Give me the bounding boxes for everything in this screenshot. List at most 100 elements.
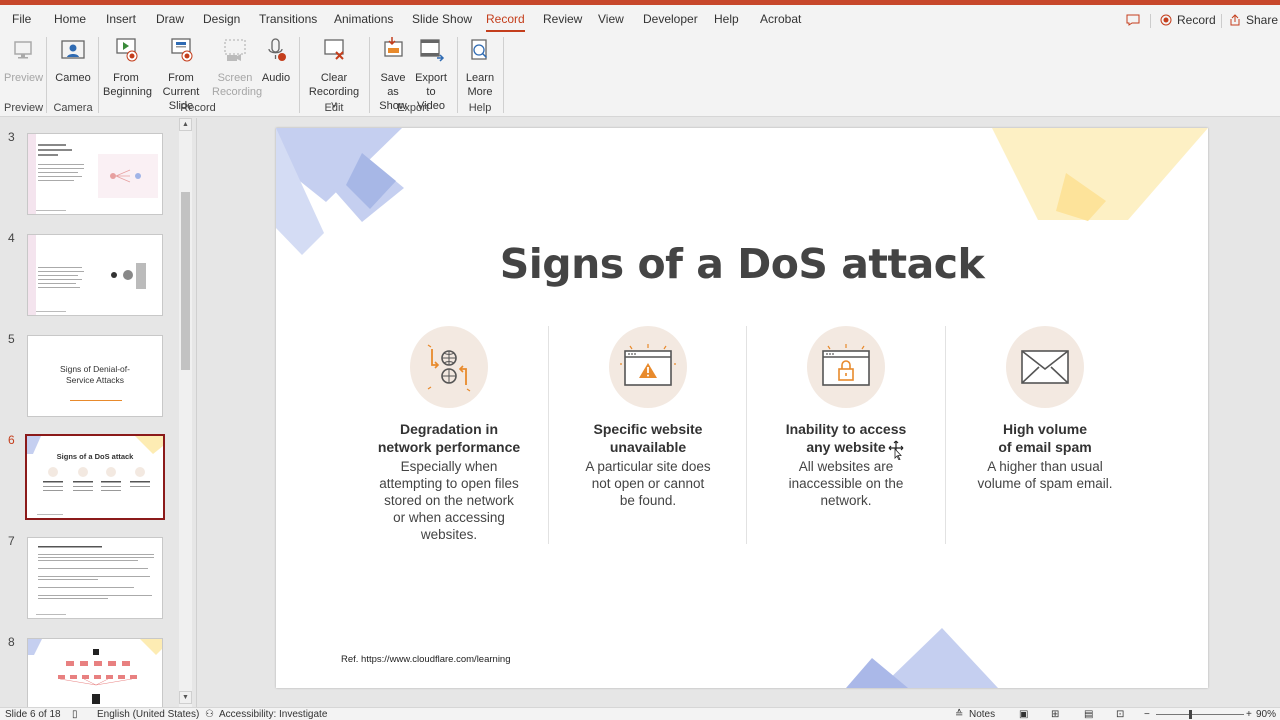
tab-home[interactable]: Home — [54, 12, 86, 26]
record-from-current-icon — [171, 38, 193, 62]
icon-circle — [1006, 326, 1084, 408]
record-button[interactable]: Record — [1160, 10, 1216, 30]
slide-thumbnail-8[interactable] — [27, 638, 163, 707]
thumbnail-preview — [28, 639, 162, 704]
screen-recording-icon — [224, 39, 246, 61]
scroll-down-arrow-icon[interactable]: ▼ — [179, 691, 192, 704]
tab-record[interactable]: Record — [486, 12, 525, 32]
sign-heading-line: Inability to access — [785, 421, 907, 437]
zoom-slider[interactable] — [1156, 714, 1244, 715]
slide-number: 8 — [8, 635, 15, 649]
tab-acrobat[interactable]: Acrobat — [760, 12, 801, 26]
zoom-slider-thumb[interactable] — [1189, 710, 1192, 719]
slide-thumbnail-7[interactable] — [27, 537, 163, 619]
notes-button[interactable]: Notes — [969, 709, 995, 720]
learn-more-icon — [471, 39, 488, 60]
language-indicator[interactable]: English (United States) — [97, 709, 199, 720]
spelling-check-icon[interactable]: ▯ — [72, 709, 78, 720]
pane-divider — [196, 118, 197, 707]
thumbnails-scroll-thumb[interactable] — [181, 192, 190, 370]
sign-heading-line: network performance — [377, 439, 521, 455]
group-label-camera: Camera — [53, 102, 93, 114]
from-beginning-label-1: From — [113, 72, 139, 84]
audio-button[interactable]: Audio — [259, 36, 293, 85]
tab-developer[interactable]: Developer — [643, 12, 698, 26]
comments-button[interactable] — [1126, 10, 1140, 30]
group-label-edit: Edit — [324, 102, 344, 114]
record-dot-icon — [1160, 14, 1172, 26]
slide-thumbnail-3[interactable] — [27, 133, 163, 215]
thumbnail-preview — [28, 134, 158, 214]
preview-label: Preview — [4, 72, 44, 84]
slideshow-view-icon[interactable]: ⊡ — [1116, 709, 1124, 720]
sign-description-line: stored on the network — [384, 493, 514, 508]
sign-heading: Specific website unavailable — [549, 420, 747, 456]
group-label-preview: Preview — [4, 102, 44, 114]
sign-description: A particular site does not open or canno… — [549, 458, 747, 509]
clear-recording-label-text: Recording — [308, 86, 360, 98]
tab-draw[interactable]: Draw — [156, 12, 184, 26]
screen-recording-button[interactable]: Screen Recording — [212, 36, 263, 99]
cameo-label: Cameo — [55, 72, 91, 84]
sign-description-line: or when accessing — [393, 510, 505, 525]
screen-recording-label-2: Recording — [212, 86, 263, 98]
group-divider — [98, 37, 99, 113]
accessibility-status[interactable]: Accessibility: Investigate — [219, 709, 327, 720]
cameo-icon — [61, 40, 85, 59]
record-from-beginning-icon — [116, 38, 138, 62]
slide-title: Signs of a DoS attack — [499, 240, 985, 288]
sign-column-website-unavailable: Specific website unavailable A particula… — [549, 326, 747, 509]
share-icon — [1230, 14, 1240, 26]
toolbar-divider — [1150, 14, 1151, 28]
sign-heading-line: any website — [806, 439, 886, 455]
tab-animations[interactable]: Animations — [334, 12, 393, 26]
tab-view[interactable]: View — [598, 12, 624, 26]
slide-counter: Slide 6 of 18 — [5, 709, 61, 720]
record-from-beginning-button[interactable]: From Beginning — [103, 36, 152, 99]
sign-description-line: Especially when — [400, 459, 498, 474]
sign-description-line: A particular site does — [585, 459, 711, 474]
comment-icon — [1126, 14, 1140, 26]
sign-description: All websites are inaccessible on the net… — [747, 458, 945, 509]
sign-description-line: inaccessible on the — [788, 476, 904, 491]
thumbnail-5-title-line-2: Service Attacks — [65, 375, 125, 385]
icon-circle — [609, 326, 687, 408]
slide-thumbnail-5[interactable]: Signs of Denial-of- Service Attacks — [27, 335, 163, 417]
notes-icon: ≙ — [955, 709, 964, 720]
slide-sorter-icon[interactable]: ⊞ — [1051, 709, 1059, 720]
preview-button[interactable]: Preview — [4, 36, 44, 85]
tab-review[interactable]: Review — [543, 12, 582, 26]
share-button[interactable]: Share — [1229, 10, 1278, 30]
slide-canvas[interactable]: Signs of a DoS attack Degradation in net… — [276, 128, 1208, 688]
record-ribbon: Preview Cameo From Beginning From Curren… — [0, 33, 1280, 117]
preview-icon — [14, 41, 32, 59]
learn-more-button[interactable]: Learn More — [464, 36, 496, 99]
zoom-level[interactable]: 90% — [1256, 709, 1276, 720]
screen-recording-label-1: Screen — [217, 72, 253, 84]
tab-design[interactable]: Design — [203, 12, 240, 26]
tab-transitions[interactable]: Transitions — [259, 12, 317, 26]
reference-link[interactable]: Ref. https://www.cloudflare.com/learning — [341, 654, 511, 665]
export-video-label-1: Export — [415, 72, 447, 84]
sign-description-line: attempting to open files — [379, 476, 519, 491]
slide-number: 4 — [8, 231, 15, 245]
normal-view-icon[interactable]: ▣ — [1019, 709, 1028, 720]
microphone-icon — [268, 38, 286, 61]
scroll-up-arrow-icon[interactable]: ▲ — [179, 118, 192, 131]
thumbnail-underline — [70, 400, 122, 401]
tab-file[interactable]: File — [12, 12, 31, 26]
status-bar: Slide 6 of 18 ▯ English (United States) … — [0, 707, 1280, 720]
share-button-label: Share — [1246, 13, 1279, 27]
slide-number-active: 6 — [8, 433, 15, 447]
zoom-out-icon[interactable]: − — [1144, 709, 1150, 720]
slide-thumbnail-4[interactable] — [27, 234, 163, 316]
cameo-button[interactable]: Cameo — [54, 36, 92, 85]
accessibility-icon[interactable]: ⚇ — [205, 709, 214, 720]
tab-insert[interactable]: Insert — [106, 12, 136, 26]
slide-thumbnail-6-selected[interactable]: Signs of a DoS attack — [25, 434, 165, 520]
zoom-in-icon[interactable]: + — [1246, 709, 1252, 720]
reading-view-icon[interactable]: ▤ — [1084, 709, 1093, 720]
tab-help[interactable]: Help — [714, 12, 739, 26]
tab-slide-show[interactable]: Slide Show — [412, 12, 472, 26]
sign-heading: Degradation in network performance — [350, 420, 548, 456]
